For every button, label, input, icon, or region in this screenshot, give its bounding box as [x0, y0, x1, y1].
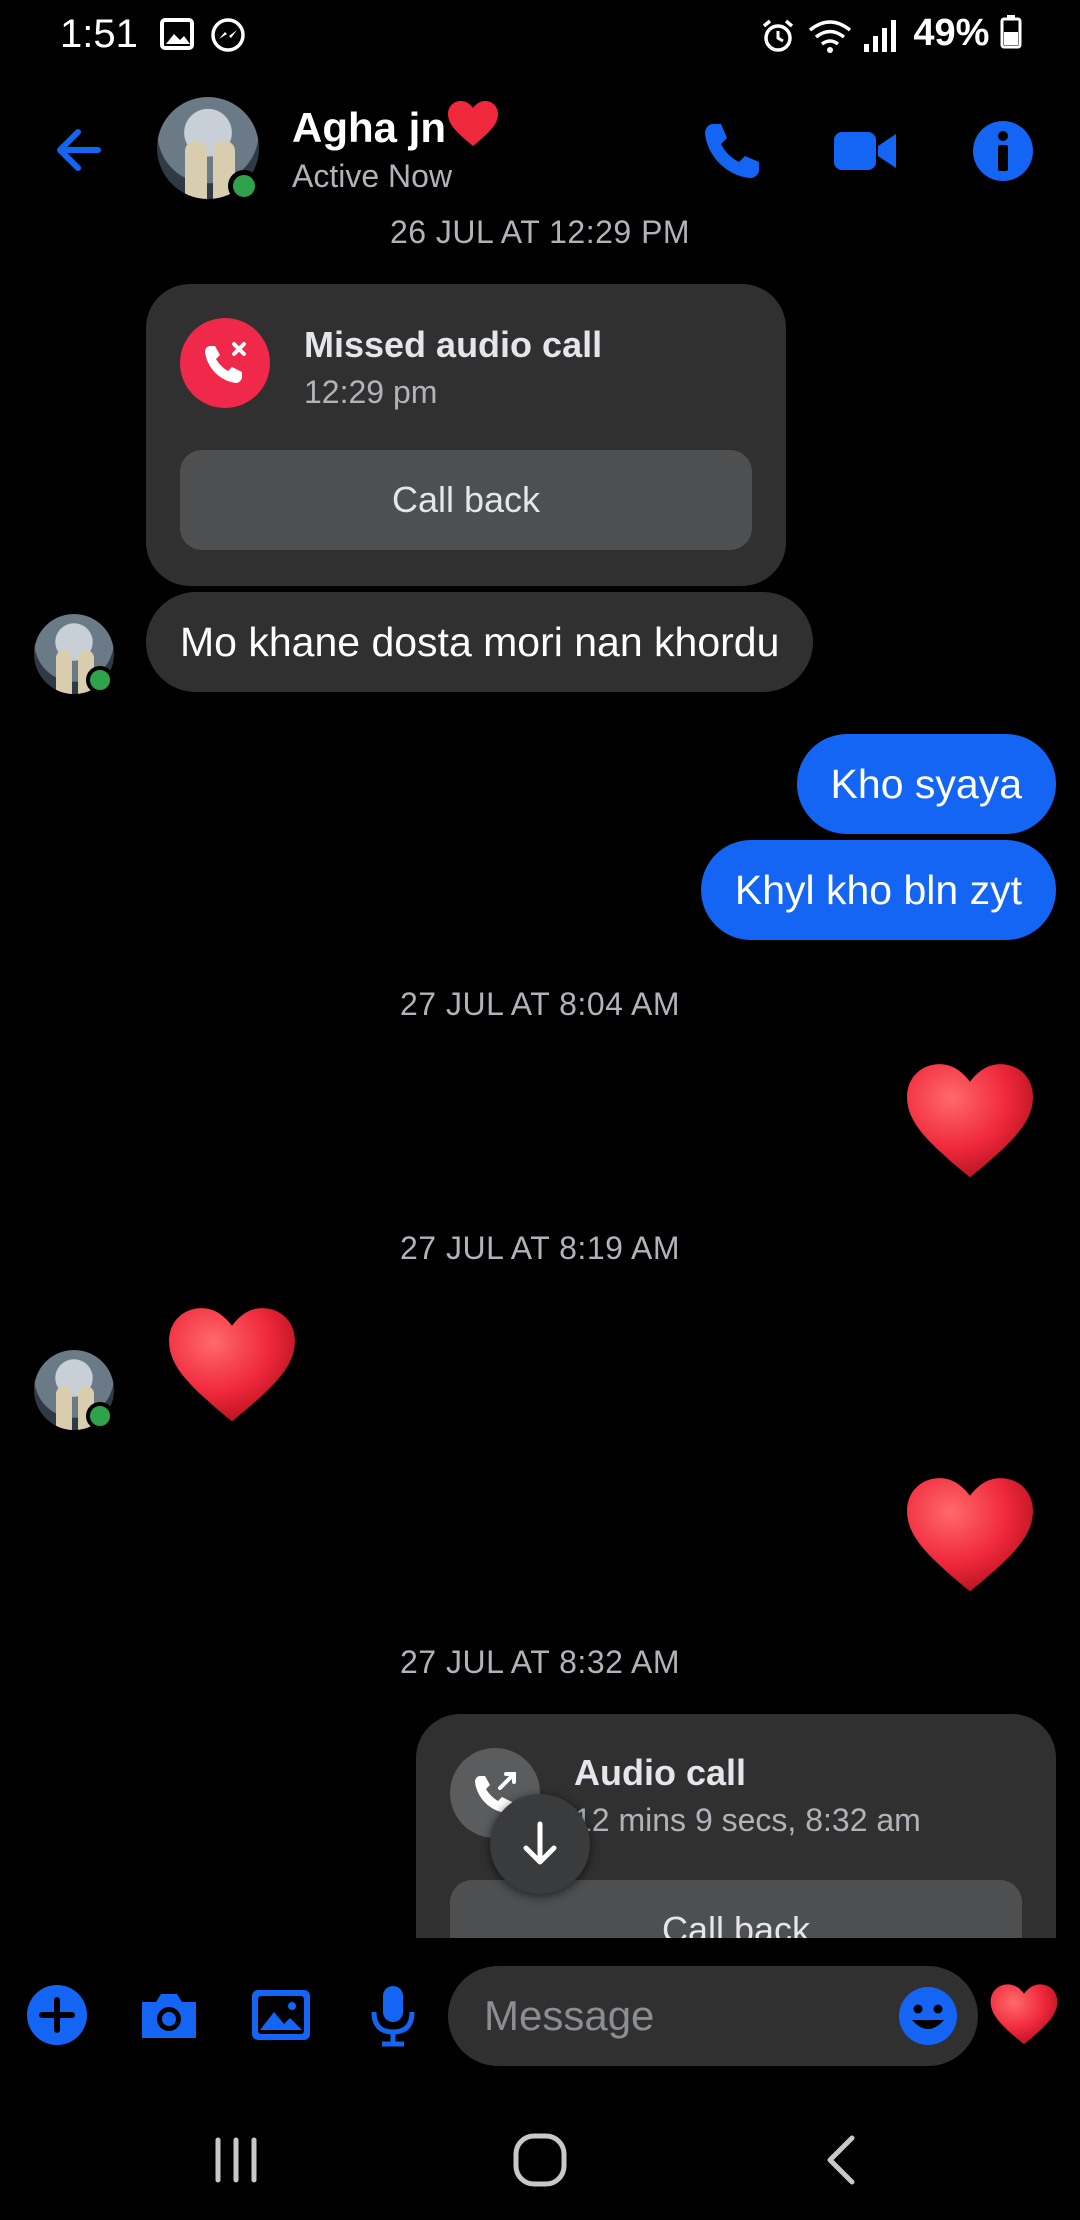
- audio-call-detail: 12 mins 9 secs, 8:32 am: [574, 1802, 921, 1838]
- wifi-icon: [808, 20, 852, 53]
- missed-call-icon: [180, 318, 270, 408]
- alarm-icon: [762, 19, 794, 52]
- system-navigation-bar: [0, 2100, 1080, 2220]
- active-status: Active Now: [292, 158, 453, 194]
- microphone-icon[interactable]: [358, 1980, 428, 2050]
- camera-icon[interactable]: [134, 1980, 204, 2050]
- gallery-icon[interactable]: [246, 1980, 316, 2050]
- heart-icon[interactable]: [988, 1980, 1060, 2050]
- message-composer: [0, 1940, 1080, 2090]
- timestamp: 27 JUL AT 8:04 AM: [399, 986, 681, 1022]
- missed-call-title: Missed audio call: [304, 324, 603, 365]
- timestamp: 27 JUL AT 8:32 AM: [399, 1644, 681, 1680]
- recent-apps-icon[interactable]: [196, 2120, 276, 2200]
- missed-call-time: 12:29 pm: [304, 374, 438, 410]
- signal-icon: [864, 20, 896, 52]
- message-thread[interactable]: 26 JUL AT 12:29 PM Missed audio call 12:…: [0, 220, 1080, 1938]
- timestamp: 27 JUL AT 8:19 AM: [399, 1230, 681, 1266]
- plus-icon[interactable]: [22, 1980, 92, 2050]
- heart-emoji-message[interactable]: [902, 1472, 1038, 1600]
- battery-icon: [1000, 15, 1022, 49]
- heart-emoji-message[interactable]: [164, 1302, 300, 1430]
- gallery-notification-icon: [160, 18, 194, 50]
- video-camera-icon[interactable]: [830, 116, 900, 186]
- online-indicator: [228, 170, 260, 202]
- scroll-to-bottom-button[interactable]: [490, 1794, 590, 1894]
- incoming-message[interactable]: Mo khane dosta mori nan khordu: [146, 592, 814, 692]
- back-arrow-icon[interactable]: [48, 118, 112, 182]
- call-back-button[interactable]: Call back: [180, 450, 752, 550]
- heart-emoji-message[interactable]: [902, 1058, 1038, 1186]
- chat-header: Agha jn Active Now: [0, 80, 1080, 220]
- online-indicator: [86, 1402, 114, 1430]
- status-time: 1:51: [60, 12, 138, 56]
- status-bar: 1:51 49%: [0, 0, 1080, 70]
- timestamp: 26 JUL AT 12:29 PM: [389, 220, 691, 250]
- messenger-notification-icon: [211, 18, 245, 52]
- heart-emoji-icon: [448, 101, 498, 146]
- online-indicator: [86, 666, 114, 694]
- contact-name[interactable]: Agha jn: [292, 100, 500, 152]
- arrow-down-icon: [523, 1821, 557, 1865]
- audio-call-title: Audio call: [574, 1752, 747, 1793]
- outgoing-message[interactable]: Kho syaya: [796, 734, 1056, 834]
- emoji-icon[interactable]: [896, 1984, 960, 2048]
- battery-percentage: 49%: [913, 12, 1022, 55]
- home-icon[interactable]: [500, 2120, 580, 2200]
- outgoing-message[interactable]: Khyl kho bln zyt: [700, 840, 1056, 940]
- info-icon[interactable]: [968, 116, 1038, 186]
- phone-icon[interactable]: [697, 116, 767, 186]
- back-icon[interactable]: [802, 2120, 882, 2200]
- missed-call-card: Missed audio call 12:29 pm Call back: [146, 284, 786, 586]
